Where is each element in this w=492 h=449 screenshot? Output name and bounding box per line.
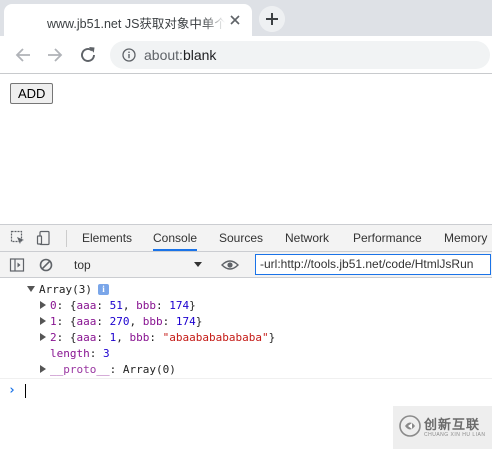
watermark-subtext: CHUANG XIN HU LIAN bbox=[424, 432, 486, 438]
forward-icon[interactable] bbox=[44, 44, 66, 66]
expand-arrow-icon[interactable] bbox=[40, 317, 46, 325]
array-item-row[interactable]: 1: {aaa: 270, bbb: 174} bbox=[40, 314, 202, 330]
item-aaa-value: 51 bbox=[109, 299, 123, 312]
item-index: 2 bbox=[50, 331, 57, 344]
browser-tab[interactable]: www.jb51.net JS获取对象中单个 bbox=[4, 4, 252, 36]
info-badge-icon: i bbox=[97, 284, 109, 295]
browser-toolbar: about:blank bbox=[0, 36, 492, 74]
context-selector[interactable]: top bbox=[68, 255, 206, 275]
tab-memory[interactable]: Memory bbox=[444, 225, 487, 251]
expand-arrow-icon[interactable] bbox=[40, 301, 46, 309]
watermark-text: 创新互联 bbox=[424, 418, 481, 433]
expand-arrow-icon[interactable] bbox=[40, 333, 46, 341]
item-aaa-value: 270 bbox=[109, 315, 130, 328]
eye-icon[interactable] bbox=[221, 257, 239, 273]
proto-value: Array(0) bbox=[122, 363, 176, 376]
tab-elements[interactable]: Elements bbox=[82, 225, 132, 251]
url-text: about:blank bbox=[144, 47, 216, 63]
info-icon[interactable] bbox=[122, 48, 136, 62]
array-header: Array(3) bbox=[39, 283, 92, 296]
tab-performance[interactable]: Performance bbox=[353, 225, 422, 251]
length-key: length bbox=[50, 347, 90, 360]
url-host: blank bbox=[182, 47, 217, 63]
devtools-tab-bar: Elements Console Sources Network Perform… bbox=[0, 225, 492, 252]
clear-console-icon[interactable] bbox=[38, 257, 54, 273]
add-button[interactable]: ADD bbox=[10, 83, 54, 104]
reload-icon[interactable] bbox=[77, 44, 99, 66]
expand-arrow-icon[interactable] bbox=[27, 286, 35, 292]
item-index: 0 bbox=[50, 299, 57, 312]
console-filter-input[interactable]: -url:http://tools.jb51.net/code/HtmlJsRu… bbox=[255, 254, 491, 275]
watermark-logo-icon bbox=[399, 415, 421, 437]
back-icon[interactable] bbox=[12, 44, 34, 66]
chevron-down-icon bbox=[194, 262, 202, 267]
page-viewport: ADD bbox=[0, 74, 492, 224]
sidebar-toggle-icon[interactable] bbox=[9, 257, 25, 273]
url-scheme: about: bbox=[144, 47, 183, 63]
context-label: top bbox=[74, 258, 91, 272]
device-toolbar-icon[interactable] bbox=[36, 230, 52, 246]
array-header-row[interactable]: Array(3) i bbox=[27, 282, 109, 298]
console-toolbar: top -url:http://tools.jb51.net/code/Html… bbox=[0, 252, 492, 278]
tab-console[interactable]: Console bbox=[153, 225, 198, 251]
inspect-element-icon[interactable] bbox=[10, 230, 26, 246]
tab-sources[interactable]: Sources bbox=[219, 225, 263, 251]
array-item-row[interactable]: 0: {aaa: 51, bbb: 174} bbox=[40, 298, 196, 314]
tab-strip: www.jb51.net JS获取对象中单个 bbox=[0, 0, 492, 36]
item-bbb-value: 174 bbox=[169, 299, 190, 312]
console-input-caret[interactable] bbox=[25, 384, 26, 398]
tab-title: www.jb51.net JS获取对象中单个 bbox=[47, 17, 225, 31]
item-bbb-value: "abaabababababa" bbox=[162, 331, 269, 344]
tab-network[interactable]: Network bbox=[285, 225, 329, 251]
close-icon[interactable] bbox=[227, 12, 243, 28]
console-message: Array(3) i 0: {aaa: 51, bbb: 174} 1: {aaa… bbox=[0, 279, 492, 379]
array-item-row[interactable]: 2: {aaa: 1, bbb: "abaabababababa"} bbox=[40, 330, 275, 346]
item-bbb-value: 174 bbox=[175, 315, 196, 328]
address-bar[interactable]: about:blank bbox=[110, 41, 490, 69]
item-index: 1 bbox=[50, 315, 57, 328]
length-value: 3 bbox=[103, 347, 110, 360]
new-tab-icon[interactable] bbox=[259, 6, 285, 32]
console-prompt-icon: › bbox=[8, 383, 16, 398]
proto-key: __proto__ bbox=[50, 363, 110, 376]
expand-arrow-icon[interactable] bbox=[40, 365, 46, 373]
watermark: 创新互联 CHUANG XIN HU LIAN bbox=[393, 406, 492, 449]
length-row: length: 3 bbox=[50, 347, 110, 360]
proto-row[interactable]: __proto__: Array(0) bbox=[40, 362, 176, 378]
toolbar-divider bbox=[66, 230, 67, 247]
